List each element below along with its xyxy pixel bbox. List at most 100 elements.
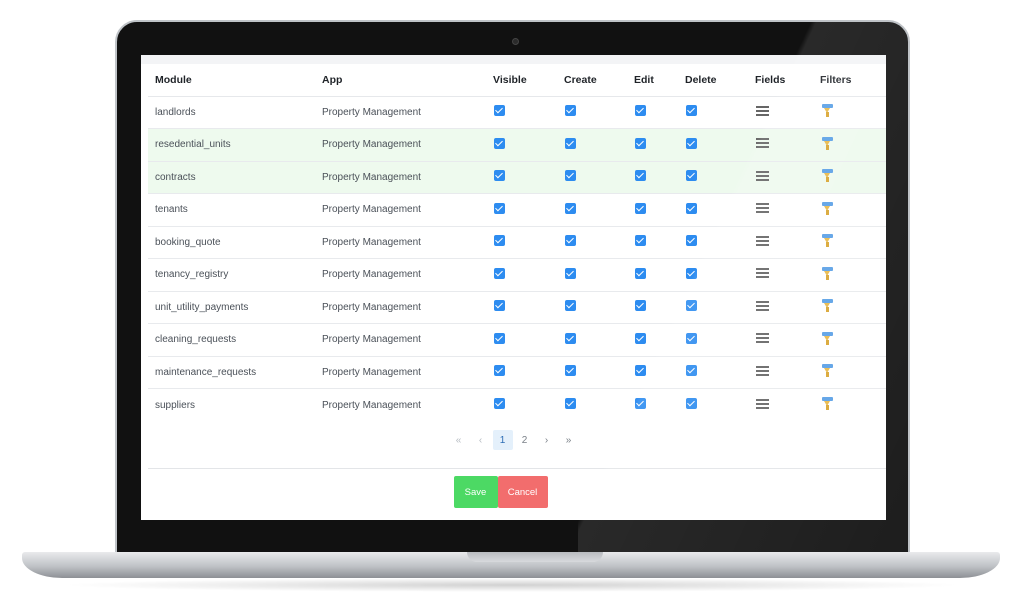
visible-checkbox[interactable]: [494, 202, 505, 214]
visible-checkbox[interactable]: [494, 365, 505, 377]
edit-checkbox[interactable]: [635, 267, 646, 279]
visible-checkbox[interactable]: [494, 267, 505, 279]
funnel-icon[interactable]: [822, 234, 833, 248]
delete-cell: [685, 258, 755, 291]
column-header-edit[interactable]: Edit: [634, 64, 685, 97]
menu-lines-icon[interactable]: [756, 105, 769, 116]
cancel-button[interactable]: Cancel: [497, 476, 548, 508]
edit-checkbox[interactable]: [635, 300, 646, 312]
menu-lines-icon[interactable]: [756, 170, 769, 181]
filters-cell: [820, 128, 886, 161]
visible-checkbox[interactable]: [494, 300, 505, 312]
column-header-create[interactable]: Create: [564, 64, 634, 97]
funnel-icon[interactable]: [822, 169, 833, 183]
delete-checkbox[interactable]: [686, 365, 697, 377]
funnel-icon[interactable]: [822, 364, 833, 378]
table-row: cleaning_requests Property Management: [148, 323, 886, 356]
create-checkbox[interactable]: [565, 398, 576, 409]
delete-checkbox[interactable]: [686, 170, 697, 182]
delete-cell: [685, 388, 755, 421]
visible-checkbox[interactable]: [494, 170, 505, 182]
funnel-icon[interactable]: [822, 299, 833, 313]
menu-lines-icon[interactable]: [756, 235, 769, 246]
visible-cell: [493, 193, 564, 226]
edit-cell: [634, 355, 685, 389]
column-header-app[interactable]: App: [322, 64, 493, 97]
page-1-button[interactable]: 1: [492, 430, 513, 450]
delete-checkbox[interactable]: [686, 332, 697, 344]
visible-checkbox[interactable]: [494, 105, 505, 117]
module-name-cell: landlords: [148, 95, 322, 129]
module-name-cell: tenancy_registry: [148, 258, 322, 291]
edit-checkbox[interactable]: [635, 332, 646, 344]
delete-checkbox[interactable]: [686, 398, 697, 409]
create-checkbox[interactable]: [565, 202, 576, 214]
create-checkbox[interactable]: [565, 170, 576, 182]
edit-checkbox[interactable]: [635, 105, 646, 117]
visible-checkbox[interactable]: [494, 332, 505, 344]
funnel-icon[interactable]: [822, 104, 833, 118]
create-checkbox[interactable]: [565, 365, 576, 377]
edit-checkbox[interactable]: [635, 170, 646, 182]
module-name-cell: maintenance_requests: [148, 355, 322, 389]
create-checkbox[interactable]: [565, 137, 576, 149]
edit-checkbox[interactable]: [635, 235, 646, 247]
delete-checkbox[interactable]: [686, 137, 697, 149]
edit-checkbox[interactable]: [635, 202, 646, 214]
table-row: unit_utility_payments Property Management: [148, 290, 886, 324]
visible-checkbox[interactable]: [494, 137, 505, 149]
menu-lines-icon[interactable]: [756, 333, 769, 344]
first-page-button[interactable]: «: [449, 430, 469, 450]
prev-page-button[interactable]: ‹: [471, 430, 491, 450]
menu-lines-icon[interactable]: [756, 398, 769, 409]
funnel-icon[interactable]: [822, 136, 833, 150]
menu-lines-icon[interactable]: [756, 138, 769, 149]
funnel-icon[interactable]: [822, 201, 833, 215]
column-header-fields[interactable]: Fields: [755, 64, 820, 97]
delete-checkbox[interactable]: [686, 267, 697, 279]
column-header-filters[interactable]: Filters: [820, 64, 886, 97]
column-header-delete[interactable]: Delete: [685, 64, 755, 97]
visible-checkbox[interactable]: [494, 398, 505, 409]
funnel-icon[interactable]: [822, 331, 833, 345]
last-page-button[interactable]: »: [559, 430, 579, 450]
page-2-button[interactable]: 2: [515, 430, 535, 450]
edit-cell: [634, 160, 685, 194]
delete-checkbox[interactable]: [686, 105, 697, 117]
create-checkbox[interactable]: [565, 235, 576, 247]
menu-lines-icon[interactable]: [756, 268, 769, 279]
next-page-button[interactable]: ›: [537, 430, 557, 450]
menu-lines-icon[interactable]: [756, 365, 769, 376]
column-header-visible[interactable]: Visible: [493, 64, 564, 97]
app-name-cell: Property Management: [322, 128, 493, 161]
table-row: tenants Property Management: [148, 193, 886, 226]
create-cell: [564, 128, 634, 161]
create-checkbox[interactable]: [565, 300, 576, 312]
filters-cell: [820, 355, 886, 389]
funnel-icon[interactable]: [822, 397, 833, 410]
menu-lines-icon[interactable]: [756, 300, 769, 311]
edit-checkbox[interactable]: [635, 398, 646, 409]
delete-cell: [685, 95, 755, 129]
menu-lines-icon[interactable]: [756, 203, 769, 214]
delete-checkbox[interactable]: [686, 300, 697, 312]
visible-checkbox[interactable]: [494, 235, 505, 247]
delete-cell: [685, 290, 755, 324]
create-checkbox[interactable]: [565, 267, 576, 279]
visible-cell: [493, 160, 564, 194]
save-button[interactable]: Save: [453, 476, 498, 508]
form-actions: Save Cancel: [141, 476, 886, 508]
edit-checkbox[interactable]: [635, 365, 646, 377]
module-name-cell: resedential_units: [148, 128, 322, 161]
delete-checkbox[interactable]: [686, 235, 697, 247]
module-name-cell: suppliers: [148, 388, 322, 421]
edit-checkbox[interactable]: [635, 137, 646, 149]
column-header-module[interactable]: Module: [148, 64, 322, 97]
create-checkbox[interactable]: [565, 332, 576, 344]
create-checkbox[interactable]: [565, 105, 576, 117]
delete-checkbox[interactable]: [686, 202, 697, 214]
fields-cell: [755, 95, 820, 129]
funnel-icon[interactable]: [822, 266, 833, 280]
create-cell: [564, 323, 634, 356]
delete-cell: [685, 128, 755, 161]
